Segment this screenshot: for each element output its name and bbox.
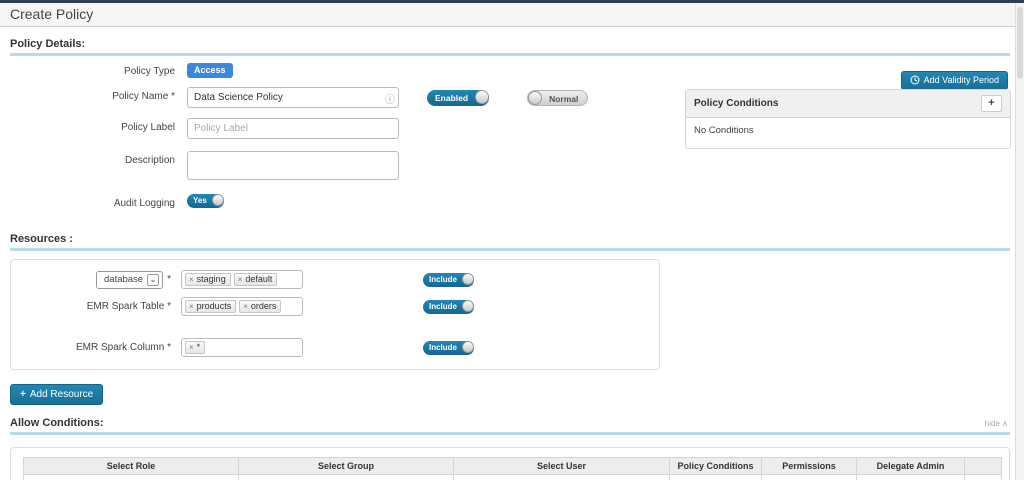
toggle-knob (462, 299, 475, 312)
policy-name-input[interactable] (187, 87, 399, 108)
header-actions (964, 457, 1002, 475)
tag-orders: × orders (239, 300, 282, 313)
policy-name-label: Policy Name * (112, 91, 175, 102)
scrollbar-thumb[interactable] (1017, 7, 1023, 79)
table-row: ×tina ×alex Add Conditions + read select… (23, 474, 1002, 480)
policy-conditions-panel-title: Policy Conditions (694, 98, 779, 109)
resources-section-title: Resources : (10, 233, 1010, 251)
clock-icon (910, 75, 920, 85)
tag-products: × products (185, 300, 237, 313)
remove-tag-icon[interactable]: × (238, 275, 243, 284)
tag-wildcard: × * (185, 341, 206, 354)
header-policy-conditions: Policy Conditions (669, 457, 762, 475)
allow-conditions-table: Select Role Select Group Select User Pol… (23, 457, 1002, 480)
table-tags-input[interactable]: × products × orders (181, 297, 303, 316)
toggle-knob (211, 194, 224, 206)
resources-box: database ⌄ * × staging × default Include E… (10, 259, 660, 370)
policy-details-fields: Policy Type Access Policy Name * ⓘ Enabl… (10, 62, 589, 209)
tag-label: * (196, 342, 201, 352)
description-input[interactable] (187, 151, 399, 180)
page-title: Create Policy (0, 3, 1024, 27)
header-delegate-admin: Delegate Admin (856, 457, 965, 475)
header-select-role: Select Role (23, 457, 239, 475)
policy-label-input[interactable] (187, 118, 399, 139)
description-label: Description (124, 155, 175, 166)
tag-label: default (245, 274, 273, 284)
toggle-knob (528, 91, 543, 105)
policy-priority-toggle-label: Normal (549, 94, 579, 104)
emr-spark-column-label: EMR Spark Column * (75, 342, 171, 353)
chevron-down-icon: ⌄ (147, 273, 160, 286)
table-include-toggle[interactable]: Include (423, 299, 475, 314)
allow-conditions-box: Select Role Select Group Select User Pol… (10, 447, 1010, 480)
allow-conditions-title-text: Allow Conditions: (10, 417, 104, 429)
policy-label-label: Policy Label (121, 122, 175, 133)
header-select-user: Select User (453, 457, 670, 475)
hide-label: hide (984, 419, 1000, 428)
policy-conditions-panel: Policy Conditions + No Conditions (685, 89, 1011, 149)
toggle-knob (475, 90, 490, 104)
add-resource-label: Add Resource (29, 389, 94, 400)
plus-icon: + (20, 389, 26, 400)
create-policy-form: Policy Details: Add Validity Period Poli… (0, 27, 1024, 480)
required-asterisk: * (167, 274, 171, 285)
policy-priority-toggle[interactable]: Normal (527, 90, 589, 106)
header-select-group: Select Group (238, 457, 454, 475)
header-permissions: Permissions (761, 457, 857, 475)
hide-section-link[interactable]: hide ∧ (985, 419, 1008, 428)
policy-details-section-title: Policy Details: (10, 38, 1010, 56)
policy-enabled-toggle[interactable]: Enabled (427, 90, 490, 106)
include-toggle-label: Include (429, 342, 458, 352)
tag-label: orders (250, 301, 277, 311)
add-validity-period-label: Add Validity Period (923, 75, 999, 85)
info-icon[interactable]: ⓘ (385, 91, 395, 106)
policy-conditions-empty-text: No Conditions (694, 125, 754, 136)
column-include-toggle[interactable]: Include (423, 340, 475, 355)
table-header-row: Select Role Select Group Select User Pol… (23, 457, 1002, 475)
add-validity-period-button[interactable]: Add Validity Period (900, 71, 1008, 90)
policy-type-badge: Access (187, 63, 233, 78)
allow-conditions-section-title: Allow Conditions: hide ∧ (10, 417, 1010, 435)
remove-tag-icon[interactable]: × (189, 302, 194, 311)
tag-label: staging (196, 274, 226, 284)
remove-tag-icon[interactable]: × (243, 302, 248, 311)
add-policy-condition-button[interactable]: + (981, 95, 1002, 112)
resource-type-select-value: database (104, 274, 144, 285)
tag-default: × default (233, 273, 278, 286)
page-scrollbar[interactable] (1015, 3, 1024, 480)
database-tags-input[interactable]: × staging × default (181, 270, 303, 289)
toggle-knob (462, 340, 475, 353)
remove-tag-icon[interactable]: × (189, 275, 194, 284)
resource-type-select[interactable]: database ⌄ (96, 270, 164, 289)
tag-staging: × staging (185, 273, 231, 286)
remove-tag-icon[interactable]: × (189, 343, 194, 352)
column-tags-input[interactable]: × * (181, 338, 303, 357)
toggle-knob (462, 272, 475, 285)
include-toggle-label: Include (429, 301, 458, 311)
include-toggle-label: Include (429, 274, 458, 284)
add-resource-button[interactable]: + Add Resource (10, 384, 104, 405)
emr-spark-table-label: EMR Spark Table * (86, 301, 171, 312)
tag-label: products (196, 301, 232, 311)
policy-enabled-toggle-label: Enabled (435, 93, 469, 103)
chevron-up-icon: ∧ (1002, 419, 1008, 428)
audit-logging-toggle[interactable]: Yes (187, 194, 224, 208)
audit-logging-label: Audit Logging (113, 198, 175, 209)
policy-type-label: Policy Type (124, 66, 175, 77)
audit-logging-toggle-label: Yes (193, 196, 207, 205)
database-include-toggle[interactable]: Include (423, 272, 475, 287)
